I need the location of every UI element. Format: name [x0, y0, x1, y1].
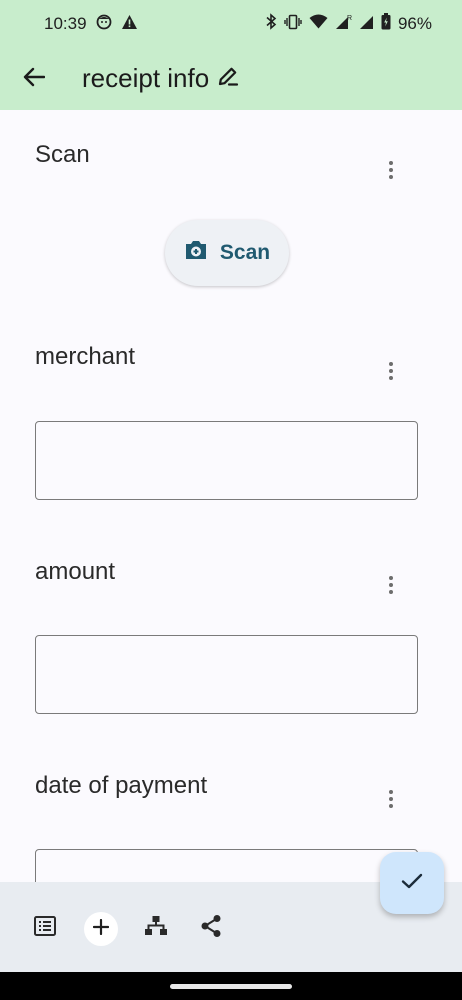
scan-button[interactable]: Scan — [165, 220, 289, 286]
kebab-dot — [389, 790, 393, 794]
check-icon — [401, 873, 423, 894]
hierarchy-button[interactable] — [140, 912, 172, 944]
merchant-input[interactable] — [35, 421, 418, 500]
app-bar: receipt info — [0, 48, 462, 110]
face-icon — [96, 14, 112, 35]
form-content[interactable]: Scan Scan merchant amount date of paymen… — [0, 110, 462, 882]
amount-more-menu[interactable] — [378, 570, 404, 600]
merchant-label: merchant — [35, 343, 136, 370]
scan-button-label: Scan — [219, 241, 271, 264]
kebab-dot — [389, 590, 393, 594]
page-title[interactable]: receipt info — [82, 63, 239, 94]
kebab-dot — [389, 583, 393, 587]
camera-add-icon — [184, 239, 208, 267]
edit-pencil-icon[interactable] — [217, 63, 239, 94]
kebab-dot — [389, 797, 393, 801]
kebab-dot — [389, 175, 393, 179]
list-icon — [34, 915, 56, 941]
kebab-dot — [389, 168, 393, 172]
amount-input[interactable] — [35, 635, 418, 714]
add-icon — [92, 918, 110, 940]
date-of-payment-input[interactable] — [35, 849, 418, 882]
scan-more-menu[interactable] — [378, 155, 404, 185]
home-gesture-handle[interactable] — [170, 984, 292, 989]
bluetooth-icon — [265, 13, 277, 35]
svg-text:R: R — [347, 15, 352, 22]
date-of-payment-more-menu[interactable] — [378, 784, 404, 814]
add-button[interactable] — [84, 912, 118, 946]
signal-r-icon: R — [335, 13, 352, 35]
system-nav-bar — [0, 972, 462, 1000]
status-right: R 96% — [265, 13, 432, 35]
confirm-fab[interactable] — [380, 852, 444, 914]
status-left: 10:39 — [44, 14, 138, 35]
back-button[interactable] — [16, 61, 52, 97]
kebab-dot — [389, 376, 393, 380]
warning-icon — [121, 14, 138, 35]
scan-label: Scan — [35, 141, 90, 168]
status-bar: 10:39 R 96% — [0, 0, 462, 48]
list-button[interactable] — [29, 912, 61, 944]
back-arrow-icon — [23, 67, 46, 92]
vibrate-icon — [284, 14, 302, 35]
amount-label: amount — [35, 558, 116, 585]
wifi-icon — [309, 14, 328, 34]
page-title-text: receipt info — [82, 63, 210, 93]
kebab-dot — [389, 161, 393, 165]
battery-icon — [381, 13, 391, 35]
share-button[interactable] — [195, 912, 227, 944]
merchant-more-menu[interactable] — [378, 356, 404, 386]
kebab-dot — [389, 369, 393, 373]
kebab-dot — [389, 576, 393, 580]
signal-icon — [359, 14, 374, 35]
kebab-dot — [389, 362, 393, 366]
hierarchy-icon — [144, 915, 168, 942]
share-icon — [200, 914, 222, 943]
kebab-dot — [389, 804, 393, 808]
battery-percent: 96% — [397, 14, 432, 33]
date-of-payment-label: date of payment — [35, 772, 208, 799]
status-time: 10:39 — [44, 14, 87, 33]
